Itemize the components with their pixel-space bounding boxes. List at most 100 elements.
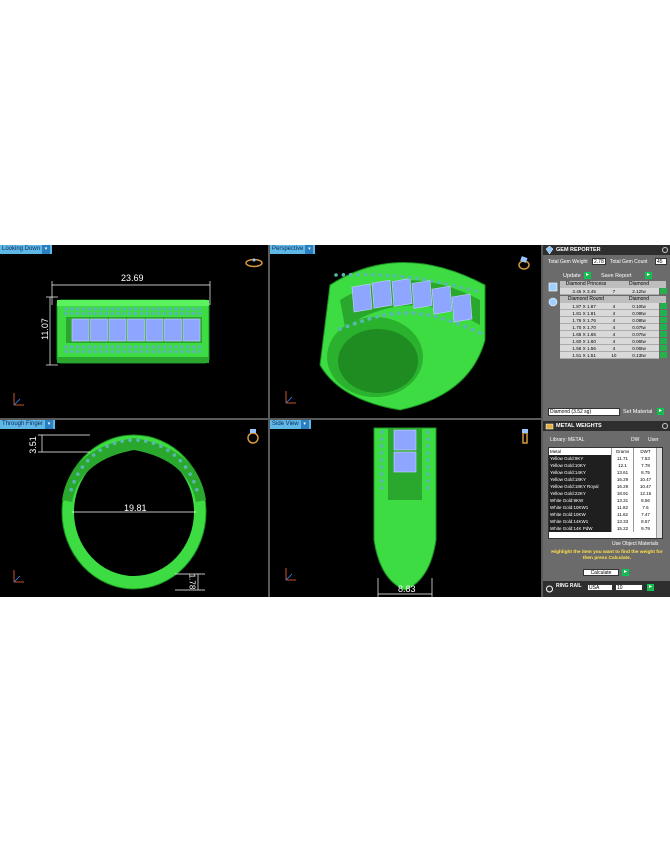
ring-thumbnail-icon[interactable] [516,255,532,271]
ring-region-select[interactable]: USA [587,584,613,591]
metal-dwt: 12.16 [633,490,657,497]
round-diamond [459,285,464,290]
round-diamond [437,280,441,285]
set-material-label[interactable]: Set Material [623,409,652,415]
gem-row[interactable]: 3.45 X 3.45 7 2.12tw [560,288,667,295]
round-diamond [197,349,202,354]
ring-thumbnail-icon[interactable] [244,257,264,269]
viewport-label-perspective[interactable]: Perspective ▾ [270,245,316,254]
viewport-through-finger[interactable]: Through Finger ▾ 3.51 19.81 1.78 [0,420,268,597]
metal-row[interactable]: Yellow Gold:18KY 16.29 10.47 [549,476,662,483]
gem-row[interactable]: 1.81 X 1.81 4 0.09tw [560,310,667,317]
round-diamond [81,311,86,316]
round-diamond [91,453,96,457]
round-diamond [70,307,74,311]
round-diamond [380,458,384,462]
gem-row-button[interactable] [659,288,667,295]
metal-row[interactable]: Yellow Gold:22KY 18.91 12.16 [549,490,662,497]
round-diamond [93,307,97,311]
gem-row-button[interactable] [659,352,667,359]
gem-row-button[interactable] [659,303,667,310]
update-button-label[interactable]: Update [563,273,581,279]
metal-name: White Gold:10KW1 [549,504,611,511]
gem-row[interactable]: 1.65 X 1.65 4 0.07tw [560,331,667,338]
viewport-perspective[interactable]: Perspective ▾ [270,245,541,418]
round-diamond [122,345,126,349]
metal-grams: 13.33 [611,518,633,525]
round-diamond [371,272,375,277]
gem-row-button[interactable] [659,317,667,324]
material-select[interactable]: Diamond (3.52 sg) [548,408,620,416]
gem-row[interactable]: 1.70 X 1.70 4 0.07tw [560,324,667,331]
round-diamond [380,479,384,483]
princess-diamond [431,285,453,315]
metal-row[interactable]: White Gold:10KW1 11.82 7.6 [549,504,662,511]
round-diamond [183,465,188,469]
ring-thumbnail-icon[interactable] [246,428,260,444]
princess-diamond [371,279,393,309]
metal-dwt: 8.56 [633,497,657,504]
pin-icon[interactable] [662,423,668,429]
save-report-button[interactable] [645,271,652,279]
gem-row[interactable]: 1.76 X 1.76 4 0.08tw [560,317,667,324]
use-object-materials[interactable]: Use Object Materials [612,541,658,547]
gem-size: 1.65 X 1.65 [560,331,609,338]
round-diamond [426,486,430,490]
ring-rail-go-button[interactable] [647,583,654,591]
gem-row-button[interactable] [659,310,667,317]
metal-row[interactable]: White Gold:14K PdW 15.22 9.79 [549,525,662,532]
round-diamond [396,311,401,316]
gem-row[interactable]: 1.51 X 1.51 10 0.13tw [560,352,667,359]
calculate-button[interactable] [622,568,629,576]
round-diamond [105,444,109,449]
gem-row[interactable]: 1.87 X 1.87 4 0.10tw [560,303,667,310]
dimension-height: 11.07 [39,318,50,340]
metal-dwt: 8.75 [633,469,657,476]
gem-row-button[interactable] [659,338,667,345]
viewport-side-view[interactable]: Side View ▾ 8.83 [270,420,541,597]
gem-count: 10 [608,352,620,359]
update-button[interactable] [584,271,591,279]
user-toggle[interactable]: User [648,437,659,443]
metal-row[interactable]: White Gold:14KW1 13.33 8.57 [549,518,662,525]
metal-dwt: 7.53 [633,455,657,462]
gem-row[interactable]: 1.56 X 1.56 4 0.06tw [560,345,667,352]
round-diamond [448,319,453,324]
jewelry-cad-app: Looking Down▾ 23.69 11.07 Perspective▾ [0,245,670,597]
metal-grams: 16.29 [611,483,633,490]
metal-row[interactable]: White Gold:10KW 11.62 7.47 [549,511,662,518]
viewport-label-looking-down[interactable]: Looking Down ▾ [0,245,53,254]
pin-icon[interactable] [662,247,668,253]
gem-count: 4 [608,324,620,331]
viewport-label-side-view[interactable]: Side View ▾ [270,420,311,429]
set-material-button[interactable] [657,407,664,415]
save-report-button-label[interactable]: Save Report [601,273,632,279]
ring-thumbnail-icon[interactable] [520,428,530,444]
dw-toggle[interactable]: DW [631,437,639,443]
metal-row[interactable]: Yellow Gold:10KY 12.1 7.78 [549,462,662,469]
ring-size-select[interactable]: 10 [615,584,643,591]
round-diamond [99,307,103,311]
round-diamond [404,310,409,315]
metal-row[interactable]: Yellow Gold:9KY 11.71 7.53 [549,455,662,462]
metal-row[interactable]: Yellow Gold:18KY Royal 16.29 10.47 [549,483,662,490]
metal-weights-title-bar: METAL WEIGHTS [543,421,670,431]
viewport-label-through-finger[interactable]: Through Finger ▾ [0,420,56,429]
calculate-button-label[interactable]: Calculate [583,569,619,576]
viewport-looking-down[interactable]: Looking Down ▾ 23.69 11.07 [0,245,268,418]
round-diamond [180,311,184,316]
round-diamond [191,345,196,349]
metal-row[interactable]: Yellow Gold:14KY 13.61 8.75 [549,469,662,476]
gem-weight: 0.09tw [619,310,659,317]
round-diamond [180,345,184,349]
metal-list[interactable]: Metal Grams DWT Yellow Gold:9KY 11.71 7.53 Yel… [548,447,663,539]
gem-row-button[interactable] [659,345,667,352]
gem-row-button[interactable] [659,331,667,338]
round-diamond [411,311,416,316]
gem-row[interactable]: 1.60 X 1.60 4 0.06tw [560,338,667,345]
round-diamond [145,307,149,311]
metal-list-scrollbar[interactable] [656,448,662,538]
metal-row[interactable]: White Gold:9KW 13.31 8.56 [549,497,662,504]
round-diamond [81,345,86,349]
gem-row-button[interactable] [659,324,667,331]
